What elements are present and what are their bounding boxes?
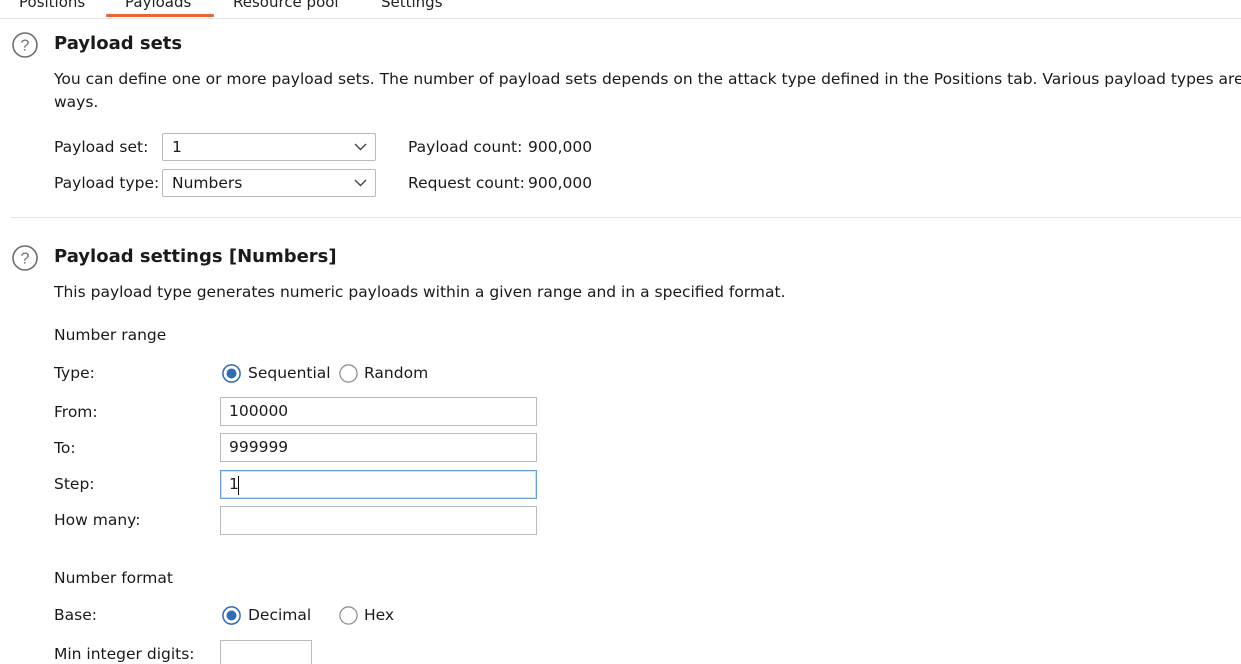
payload-settings-title: Payload settings [Numbers] bbox=[54, 246, 337, 267]
svg-text:?: ? bbox=[21, 38, 30, 55]
payload-set-label: Payload set: bbox=[54, 138, 149, 156]
help-icon[interactable]: ? bbox=[12, 245, 38, 271]
payload-set-value: 1 bbox=[172, 138, 182, 156]
payload-set-dropdown[interactable]: 1 bbox=[162, 133, 376, 161]
to-value: 999999 bbox=[229, 438, 289, 456]
payload-type-value: Numbers bbox=[172, 174, 243, 192]
sequential-label[interactable]: Sequential bbox=[248, 364, 331, 382]
hex-label[interactable]: Hex bbox=[364, 606, 394, 624]
decimal-label[interactable]: Decimal bbox=[248, 606, 311, 624]
payload-type-dropdown[interactable]: Numbers bbox=[162, 169, 376, 197]
chevron-down-icon bbox=[354, 179, 367, 187]
step-input[interactable]: 1 bbox=[220, 470, 537, 499]
random-radio[interactable] bbox=[339, 364, 358, 383]
tab-positions[interactable]: Positions bbox=[19, 0, 85, 11]
tab-settings[interactable]: Settings bbox=[381, 0, 443, 11]
active-tab-indicator bbox=[106, 14, 214, 17]
payload-count-label: Payload count: bbox=[408, 138, 523, 156]
from-value: 100000 bbox=[229, 402, 289, 420]
number-format-heading: Number format bbox=[54, 569, 173, 587]
min-integer-digits-input[interactable] bbox=[220, 640, 312, 664]
svg-text:?: ? bbox=[21, 251, 30, 268]
min-integer-digits-label: Min integer digits: bbox=[54, 645, 195, 663]
hex-radio[interactable] bbox=[339, 606, 358, 625]
payload-settings-description: This payload type generates numeric payl… bbox=[54, 283, 786, 301]
payload-type-label: Payload type: bbox=[54, 174, 160, 192]
to-input[interactable]: 999999 bbox=[220, 433, 537, 462]
sequential-radio[interactable] bbox=[222, 364, 241, 383]
how-many-label: How many: bbox=[54, 511, 141, 529]
from-label: From: bbox=[54, 403, 98, 421]
type-label: Type: bbox=[54, 364, 95, 382]
to-label: To: bbox=[54, 439, 76, 457]
tab-payloads[interactable]: Payloads bbox=[125, 0, 191, 11]
step-label: Step: bbox=[54, 475, 95, 493]
base-label: Base: bbox=[54, 606, 97, 624]
from-input[interactable]: 100000 bbox=[220, 397, 537, 426]
tab-resource-pool[interactable]: Resource pool bbox=[233, 0, 339, 11]
chevron-down-icon bbox=[354, 143, 367, 151]
section-divider bbox=[11, 217, 1241, 218]
payload-sets-description: You can define one or more payload sets.… bbox=[54, 70, 1241, 88]
help-icon[interactable]: ? bbox=[12, 32, 38, 58]
intruder-payloads-panel: Positions Payloads Resource pool Setting… bbox=[0, 0, 1241, 664]
payload-sets-description-tail: ways. bbox=[54, 93, 99, 111]
request-count-value: 900,000 bbox=[528, 174, 593, 192]
how-many-input[interactable] bbox=[220, 506, 537, 535]
payload-sets-title: Payload sets bbox=[54, 33, 183, 54]
request-count-label: Request count: bbox=[408, 174, 525, 192]
number-range-heading: Number range bbox=[54, 326, 167, 344]
decimal-radio[interactable] bbox=[222, 606, 241, 625]
text-caret bbox=[238, 476, 239, 495]
tab-bar: Positions Payloads Resource pool Setting… bbox=[0, 0, 1241, 19]
payload-count-value: 900,000 bbox=[528, 138, 593, 156]
random-label[interactable]: Random bbox=[364, 364, 428, 382]
